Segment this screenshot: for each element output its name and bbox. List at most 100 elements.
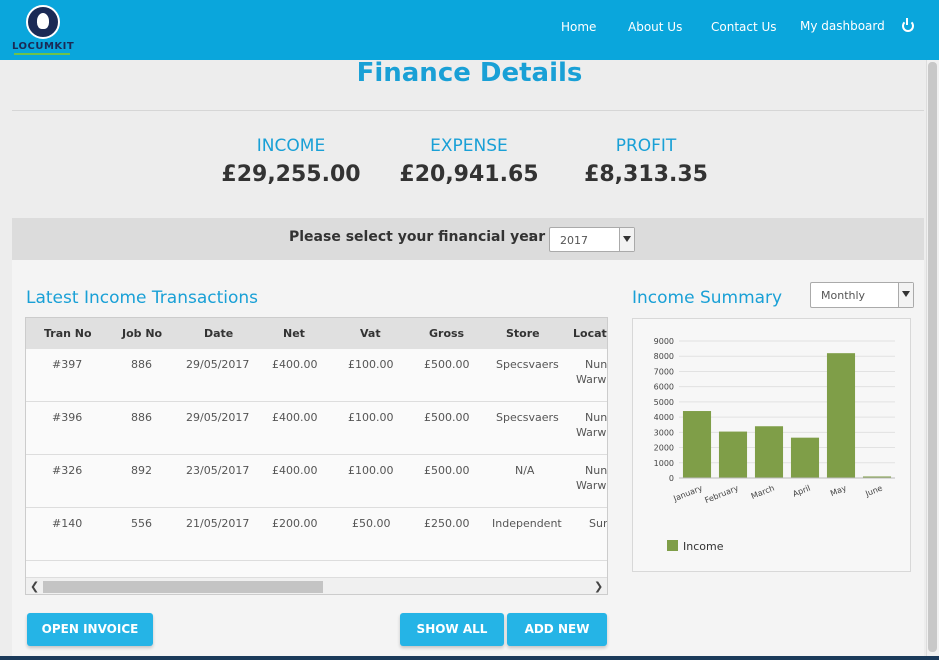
- x-tick-label: January: [671, 483, 704, 503]
- table-scroll-thumb[interactable]: [43, 581, 323, 593]
- cell-date: 29/05/2017: [186, 411, 250, 424]
- y-tick-label: 1000: [654, 459, 674, 468]
- income-chart-svg: 0 1000 2000 3000 4000 5000 6000 7000 8000 9000 Jan…: [654, 337, 895, 505]
- add-new-button[interactable]: ADD NEW: [507, 613, 607, 646]
- table-row[interactable]: #326 892 23/05/2017 £400.00 £100.00 £500…: [26, 455, 608, 508]
- cell-date: 21/05/2017: [186, 517, 250, 530]
- table-row[interactable]: #397 886 29/05/2017 £400.00 £100.00 £500…: [26, 349, 608, 402]
- y-tick-label: 6000: [654, 383, 674, 392]
- cell-tran-no: #326: [52, 464, 83, 477]
- y-tick-label: 7000: [654, 367, 674, 376]
- income-value: £29,255.00: [221, 162, 361, 187]
- cell-tran-no: #397: [52, 358, 83, 371]
- power-icon[interactable]: [902, 18, 914, 32]
- cell-location-line2: Warwi: [576, 373, 608, 386]
- table-horizontal-scrollbar[interactable]: ❮ ❯: [26, 577, 607, 594]
- x-tick-label: May: [829, 483, 848, 498]
- nav-contact-link[interactable]: Contact Us: [711, 20, 777, 34]
- y-tick-label: 5000: [654, 398, 674, 407]
- financial-year-select[interactable]: 2017: [549, 227, 635, 252]
- column-header-gross[interactable]: Gross: [429, 327, 464, 340]
- cell-store: N/A: [515, 464, 535, 477]
- cell-location: Nun: [585, 411, 608, 424]
- profit-value: £8,313.35: [584, 162, 708, 187]
- cell-vat: £100.00: [348, 411, 394, 424]
- table-row[interactable]: #140 556 21/05/2017 £200.00 £50.00 £250.…: [26, 508, 608, 561]
- logo-underline: [14, 53, 70, 55]
- y-tick-label: 2000: [654, 444, 674, 453]
- cell-job-no: 892: [131, 464, 152, 477]
- y-tick-label: 0: [669, 474, 674, 483]
- y-tick-label: 3000: [654, 428, 674, 437]
- period-select[interactable]: Monthly: [810, 282, 914, 308]
- column-header-store[interactable]: Store: [506, 327, 540, 340]
- y-tick-label: 9000: [654, 337, 674, 346]
- cell-job-no: 886: [131, 358, 152, 371]
- cell-location: Nun: [585, 358, 608, 371]
- show-all-button[interactable]: SHOW ALL: [400, 613, 504, 646]
- cell-net: £400.00: [272, 464, 318, 477]
- cell-store: Specsvaers: [496, 411, 559, 424]
- transactions-title: Latest Income Transactions: [26, 288, 259, 308]
- cell-vat: £100.00: [348, 358, 394, 371]
- title-divider: [12, 110, 924, 111]
- column-header-date[interactable]: Date: [204, 327, 233, 340]
- locumkit-logo[interactable]: LOCUMKIT: [12, 4, 74, 56]
- cell-job-no: 886: [131, 411, 152, 424]
- nav-dashboard-link[interactable]: My dashboard: [800, 19, 885, 33]
- column-header-net[interactable]: Net: [283, 327, 305, 340]
- cell-gross: £500.00: [424, 464, 470, 477]
- cell-gross: £500.00: [424, 411, 470, 424]
- chevron-down-icon[interactable]: [619, 228, 634, 251]
- legend-swatch-income: [667, 540, 678, 551]
- cell-location: Sur: [589, 517, 608, 530]
- cell-tran-no: #396: [52, 411, 83, 424]
- expense-label: EXPENSE: [430, 136, 508, 156]
- column-header-tran-no[interactable]: Tran No: [44, 327, 92, 340]
- nav-home-link[interactable]: Home: [561, 20, 596, 34]
- cell-gross: £250.00: [424, 517, 470, 530]
- expense-stat: EXPENSE £20,941.65: [379, 136, 559, 187]
- cell-gross: £500.00: [424, 358, 470, 371]
- top-navbar: [0, 0, 939, 60]
- cell-date: 29/05/2017: [186, 358, 250, 371]
- scroll-right-icon[interactable]: ❯: [594, 580, 603, 593]
- cell-vat: £50.00: [352, 517, 391, 530]
- cell-location-line2: Warwi: [576, 426, 608, 439]
- column-header-vat[interactable]: Vat: [360, 327, 381, 340]
- scroll-left-icon[interactable]: ❮: [30, 580, 39, 593]
- cell-store: Specsvaers: [496, 358, 559, 371]
- nav-about-link[interactable]: About Us: [628, 20, 682, 34]
- cell-store: Independent: [492, 517, 562, 530]
- income-stat: INCOME £29,255.00: [201, 136, 381, 187]
- bar-may: [826, 353, 856, 478]
- cell-vat: £100.00: [348, 464, 394, 477]
- cell-job-no: 556: [131, 517, 152, 530]
- income-label: INCOME: [256, 136, 326, 156]
- table-row[interactable]: #396 886 29/05/2017 £400.00 £100.00 £500…: [26, 402, 608, 455]
- x-tick-label: April: [791, 484, 811, 499]
- profit-stat: PROFIT £8,313.35: [556, 136, 736, 187]
- page-scroll-thumb[interactable]: [928, 62, 937, 652]
- x-tick-label: June: [863, 483, 884, 498]
- transactions-table[interactable]: Tran No Job No Date Net Vat Gross Store …: [25, 317, 608, 595]
- period-value: Monthly: [821, 289, 866, 302]
- y-tick-label: 4000: [654, 413, 674, 422]
- chevron-down-icon[interactable]: [898, 283, 913, 307]
- column-header-job-no[interactable]: Job No: [122, 327, 162, 340]
- profit-label: PROFIT: [615, 136, 677, 156]
- x-tick-label: February: [704, 483, 740, 505]
- expense-value: £20,941.65: [399, 162, 539, 187]
- cell-location: Nun: [585, 464, 608, 477]
- y-tick-label: 8000: [654, 352, 674, 361]
- bar-january: [682, 411, 712, 478]
- cell-net: £200.00: [272, 517, 318, 530]
- logo-emblem-icon: [26, 5, 60, 39]
- income-summary-title: Income Summary: [632, 288, 783, 308]
- financial-year-value: 2017: [560, 234, 588, 247]
- open-invoice-button[interactable]: OPEN INVOICE: [27, 613, 153, 646]
- table-header: Tran No Job No Date Net Vat Gross Store …: [26, 318, 607, 349]
- income-summary-chart: 0 1000 2000 3000 4000 5000 6000 7000 8000 9000 Jan…: [632, 318, 911, 572]
- cell-tran-no: #140: [52, 517, 83, 530]
- column-header-location[interactable]: Location: [573, 327, 607, 340]
